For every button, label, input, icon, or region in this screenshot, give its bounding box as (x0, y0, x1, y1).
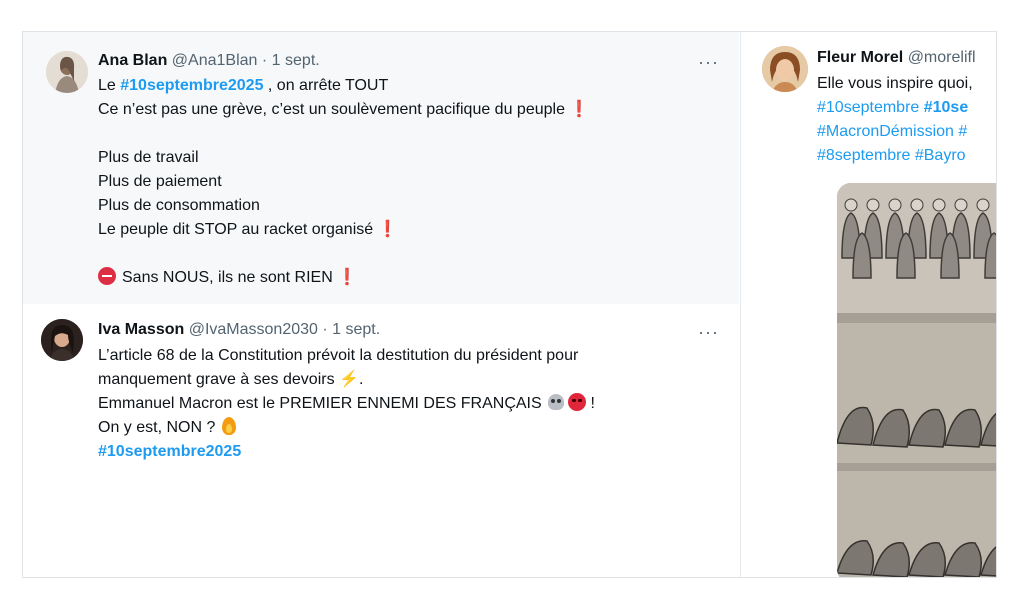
tweet-media-image[interactable] (837, 183, 996, 577)
tweet-text: L’article 68 de la Constitution prévoit … (98, 344, 595, 464)
tweet-fleur-morel[interactable]: Fleur Morel @morelifl Elle vous inspire … (740, 32, 996, 577)
author-handle[interactable]: @Ana1Blan (172, 52, 258, 69)
hashtag-link[interactable]: #10septembre2025 (120, 77, 263, 94)
hashtag-link[interactable]: #10se (924, 99, 969, 116)
text-segment: , on arrête TOUT (263, 77, 389, 94)
no-entry-icon (98, 267, 116, 285)
text-line: Elle vous inspire quoi, (817, 75, 973, 92)
text-line: Plus de paiement (98, 173, 222, 190)
hashtag-link[interactable]: #8septembre (817, 147, 915, 164)
text-segment: . (358, 371, 364, 388)
tweet-feed-screenshot: Ana Blan @Ana1Blan · 1 sept. ··· Le #10s… (22, 31, 997, 578)
hashtag-link[interactable]: # (958, 123, 967, 140)
text-segment: Le peuple dit STOP au racket organisé (98, 221, 378, 238)
avatar[interactable] (41, 319, 83, 361)
more-options-icon[interactable]: ··· (698, 323, 719, 341)
text-line: L’article 68 de la Constitution prévoit … (98, 347, 579, 364)
tweet-date[interactable]: 1 sept. (272, 52, 320, 69)
text-segment: manquement grave à ses devoirs (98, 371, 340, 388)
avatar-photo-icon (46, 51, 88, 93)
tweet-date[interactable]: 1 sept. (332, 321, 380, 338)
author-name[interactable]: Iva Masson (98, 321, 184, 338)
lightning-icon: ⚡ (339, 371, 359, 388)
hashtag-link[interactable]: #Bayro (915, 147, 966, 164)
tweet-text: Elle vous inspire quoi, #10septembre #10… (817, 72, 973, 168)
fire-icon (221, 417, 236, 435)
separator: · (322, 321, 328, 338)
tweet-header: Fleur Morel @morelifl (817, 48, 976, 68)
avatar-photo-icon (762, 46, 808, 92)
author-name[interactable]: Fleur Morel (817, 49, 903, 66)
crowd-illustration-icon (837, 183, 996, 577)
author-name[interactable]: Ana Blan (98, 52, 167, 69)
text-segment: Sans NOUS, ils ne sont RIEN (122, 269, 338, 286)
angry-face-icon (568, 393, 587, 411)
separator: · (261, 52, 268, 69)
author-handle[interactable]: @IvaMasson2030 (189, 321, 318, 338)
avatar[interactable] (762, 46, 808, 92)
text-segment: On y est, NON ? (98, 419, 220, 436)
author-handle[interactable]: @morelifl (908, 49, 976, 66)
tweet-text: Le #10septembre2025 , on arrête TOUT Ce … (98, 74, 589, 290)
text-line: Plus de travail (98, 149, 199, 166)
tweet-ana-blan[interactable]: Ana Blan @Ana1Blan · 1 sept. ··· Le #10s… (23, 32, 739, 304)
hashtag-link[interactable]: #MacronDémission (817, 123, 958, 140)
skull-icon (548, 394, 565, 410)
exclamation-icon: ❗ (377, 221, 398, 238)
exclamation-icon: ❗ (337, 269, 358, 286)
tweet-iva-masson[interactable]: Iva Masson @IvaMasson2030 · 1 sept. ··· … (23, 304, 739, 577)
more-options-icon[interactable]: ··· (698, 53, 719, 71)
avatar-photo-icon (41, 319, 83, 361)
avatar[interactable] (46, 51, 88, 93)
text-segment: Ce n’est pas une grève, c’est un soulève… (98, 101, 570, 118)
tweet-header: Ana Blan @Ana1Blan · 1 sept. (98, 51, 320, 71)
hashtag-link[interactable]: #10septembre (817, 99, 924, 116)
hashtag-link[interactable]: #10septembre2025 (98, 443, 241, 460)
text-segment: Emmanuel Macron est le PREMIER ENNEMI DE… (98, 395, 547, 412)
exclamation-icon: ❗ (569, 101, 590, 118)
text-segment: ! (586, 395, 595, 412)
text-line: Plus de consommation (98, 197, 260, 214)
text-segment: Le (98, 77, 121, 94)
tweet-header: Iva Masson @IvaMasson2030 · 1 sept. (98, 320, 380, 340)
